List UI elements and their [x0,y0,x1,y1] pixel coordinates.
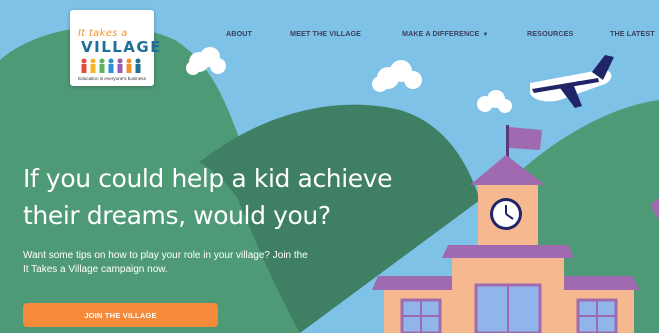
nav-item-meet-the-village[interactable]: MEET THE VILLAGE [290,29,361,38]
nav-item-make-a-difference[interactable]: MAKE A DIFFERENCE ▼ [402,29,488,38]
left-wing-roof [372,276,452,290]
nav-item-label: THE LATEST [610,29,655,38]
nav-item-resources[interactable]: RESOURCES [527,29,573,38]
main-roof [442,245,574,258]
nav-item-label: MEET THE VILLAGE [290,29,362,38]
hero-subtitle: Want some tips on how to play your role … [23,250,308,275]
site-logo[interactable]: It takes a VILLAGE Education is everyone… [70,10,160,86]
hero-title: If you could help a kid achieve their dr… [23,164,393,230]
nav-item-about[interactable]: ABOUT [226,29,252,38]
nav-item-the-latest[interactable]: THE LATEST [610,29,655,38]
chevron-down-icon: ▼ [482,32,489,38]
right-wing-roof [564,276,640,290]
main-nav: ABOUT MEET THE VILLAGE MAKE A DIFFERENCE… [0,29,659,41]
nav-item-label: ABOUT [226,29,253,38]
logo-people-icon [81,58,141,73]
logo-tagline: Education is everyone's business [78,76,146,81]
flag [509,127,542,150]
nav-item-label: MAKE A DIFFERENCE [402,29,480,38]
join-the-village-button[interactable]: JOIN THE VILLAGE [23,303,218,327]
nav-item-label: RESOURCES [527,29,574,38]
page-frame: It takes a VILLAGE Education is everyone… [0,0,659,333]
